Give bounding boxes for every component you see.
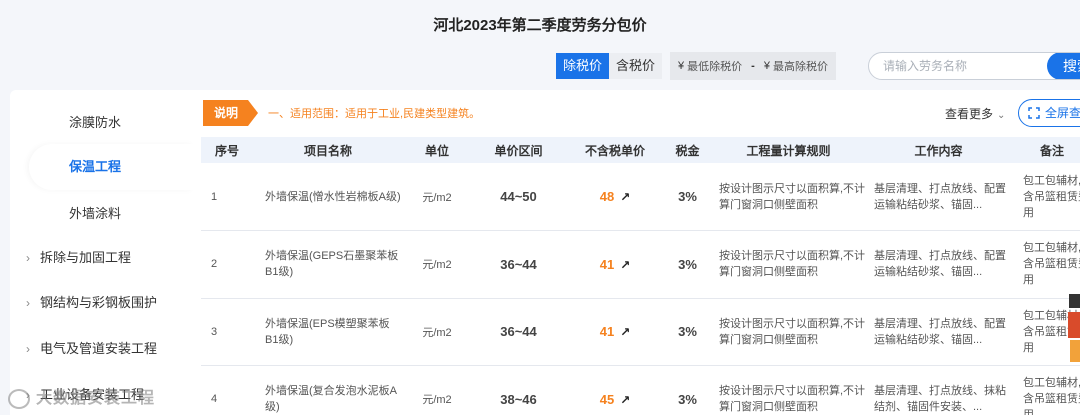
item-name: 外墙保温(憎水性岩棉板A级) — [253, 163, 403, 231]
sidebar-item-exterior-paint[interactable]: 外墙涂料 — [10, 197, 193, 231]
toolbar: 除税价 含税价 ¥ 最低除税价 - ¥ 最高除税价 — [556, 52, 836, 80]
table-header-row: 序号 项目名称 单位 单价区间 不含税单价 税金 工程量计算规则 工作内容 备注 — [201, 137, 1080, 163]
unit: 元/m2 — [403, 298, 471, 366]
col-header: 项目名称 — [253, 137, 403, 163]
col-header: 工作内容 — [866, 137, 1011, 163]
item-name: 外墙保温(EPS模塑聚苯板B1级) — [253, 298, 403, 366]
price-table: 序号 项目名称 单位 单价区间 不含税单价 税金 工程量计算规则 工作内容 备注… — [201, 137, 1080, 415]
sidebar-item-coating-waterproof[interactable]: 涂膜防水 — [10, 106, 193, 140]
tax-rate: 3% — [664, 298, 711, 366]
unit-price: 48 — [599, 189, 615, 204]
col-header: 序号 — [201, 137, 253, 163]
sidebar-group-electrical[interactable]: › 电气及管道安装工程 — [10, 332, 193, 366]
fullscreen-label: 全屏查看 — [1045, 106, 1080, 120]
note-row: 说明 一、适用范围：适用于工业,民建类型建筑。 — [203, 98, 480, 128]
remark: 包工包辅材,不含吊篮租赁费用 — [1011, 365, 1080, 415]
currency-icon: ¥ — [763, 60, 770, 72]
note-badge: 说明 — [203, 100, 259, 126]
min-price-input[interactable]: 最低除税价 — [687, 58, 742, 74]
unit-price: 41 — [599, 324, 615, 340]
unit-price-cell: 45 ↗ — [566, 365, 664, 415]
table-row[interactable]: 3 外墙保温(EPS模塑聚苯板B1级) 元/m2 36~44 41 ↗ 3% 按设… — [201, 298, 1080, 366]
table-row[interactable]: 2 外墙保温(GEPS石墨聚苯板B1级) 元/m2 36~44 41 ↗ 3% 按… — [201, 230, 1080, 299]
chevron-right-icon: › — [26, 296, 30, 310]
unit: 元/m2 — [403, 365, 471, 415]
remark: 包工包辅材,不含吊篮租赁费用 — [1011, 163, 1080, 231]
chevron-right-icon: › — [26, 342, 30, 356]
watermark-logo-icon — [8, 388, 30, 409]
calc-rule: 按设计图示尺寸以面积算,不计算门窗洞口侧壁面积 — [711, 163, 866, 231]
fullscreen-button[interactable]: 全屏查看 — [1018, 99, 1080, 127]
remark: 包工包辅材,不含吊篮租赁费用 — [1011, 230, 1080, 299]
tax-excluded-toggle[interactable]: 除税价 — [556, 53, 610, 79]
calc-rule: 按设计图示尺寸以面积算,不计算门窗洞口侧壁面积 — [711, 298, 866, 366]
price-range-filter: ¥ 最低除税价 - ¥ 最高除税价 — [670, 52, 836, 80]
col-header: 单价区间 — [471, 137, 566, 163]
row-number: 2 — [201, 230, 253, 299]
unit-price: 41 — [599, 256, 615, 272]
unit: 元/m2 — [403, 163, 471, 231]
work-content: 基层清理、打点放线、抹粘结剂、锚固件安装、... — [866, 365, 1011, 415]
price-range: 44~50 — [471, 163, 566, 231]
main-panel: 说明 一、适用范围：适用于工业,民建类型建筑。 查看更多⌄ 全屏查看 序号 项目… — [193, 90, 1080, 415]
sidebar-group-label: 拆除与加固工程 — [40, 250, 132, 265]
tax-included-toggle[interactable]: 含税价 — [609, 53, 663, 79]
note-text: 一、适用范围：适用于工业,民建类型建筑。 — [268, 108, 481, 120]
table-row[interactable]: 4 外墙保温(复合发泡水泥板A级) 元/m2 38~46 45 ↗ 3% 按设计图… — [201, 365, 1080, 415]
row-number: 3 — [201, 298, 253, 366]
sidebar-group-label: 钢结构与彩钢板围护 — [40, 295, 158, 310]
chevron-down-icon: ⌄ — [997, 110, 1006, 121]
col-header: 备注 — [1011, 137, 1080, 163]
table-row[interactable]: 1 外墙保温(憎水性岩棉板A级) 元/m2 44~50 48 ↗ 3% 按设计图示… — [201, 163, 1080, 231]
item-name: 外墙保温(复合发泡水泥板A级) — [253, 365, 403, 415]
row-number: 4 — [201, 365, 253, 415]
unit-price-cell: 41 ↗ — [566, 230, 664, 299]
tax-rate: 3% — [664, 365, 711, 415]
mascot-decoration-icon — [1068, 294, 1080, 362]
col-header: 税金 — [664, 137, 711, 163]
unit-price-cell: 41 ↗ — [566, 298, 664, 366]
page-title: 河北2023年第二季度劳务分包价 — [433, 17, 647, 34]
watermark: 大数据安装工程 — [8, 384, 155, 409]
max-price-input[interactable]: 最高除税价 — [773, 58, 828, 74]
col-header: 工程量计算规则 — [711, 137, 866, 163]
sidebar-group-demolition[interactable]: › 拆除与加固工程 — [10, 241, 193, 275]
search-button[interactable]: 搜索 — [1047, 53, 1080, 79]
calc-rule: 按设计图示尺寸以面积算,不计算门窗洞口侧壁面积 — [711, 230, 866, 299]
unit-price-cell: 48 ↗ — [566, 163, 664, 231]
view-more-dropdown[interactable]: 查看更多 ⌄ — [945, 105, 1005, 122]
watermark-text: 大数据安装工程 — [36, 390, 156, 407]
price-range: 38~46 — [471, 365, 566, 415]
tax-rate: 3% — [664, 163, 711, 231]
search-input[interactable] — [869, 53, 1039, 79]
col-header: 单位 — [403, 137, 471, 163]
work-content: 基层清理、打点放线、配置运输粘结砂浆、锚固... — [866, 230, 1011, 299]
tax-rate: 3% — [664, 230, 711, 299]
unit-price: 45 — [599, 391, 615, 407]
search-box: 搜索 — [868, 52, 1080, 80]
col-header: 不含税单价 — [566, 137, 664, 163]
sidebar-item-insulation[interactable]: 保温工程 — [29, 144, 193, 190]
work-content: 基层清理、打点放线、配置运输粘结砂浆、锚固... — [866, 163, 1011, 231]
trend-up-icon[interactable]: ↗ — [620, 258, 630, 272]
item-name: 外墙保温(GEPS石墨聚苯板B1级) — [253, 230, 403, 299]
price-range: 36~44 — [471, 298, 566, 366]
price-range: 36~44 — [471, 230, 566, 299]
work-content: 基层清理、打点放线、配置运输粘结砂浆、锚固... — [866, 298, 1011, 366]
sidebar: 涂膜防水 保温工程 外墙涂料 › 拆除与加固工程 › 钢结构与彩钢板围护 › 电气及管… — [10, 90, 193, 415]
sidebar-group-steel-structure[interactable]: › 钢结构与彩钢板围护 — [10, 286, 193, 320]
view-more-label: 查看更多 — [945, 107, 994, 121]
sidebar-group-label: 电气及管道安装工程 — [40, 341, 158, 356]
trend-up-icon[interactable]: ↗ — [620, 393, 630, 407]
row-number: 1 — [201, 163, 253, 231]
trend-up-icon[interactable]: ↗ — [620, 325, 630, 339]
unit: 元/m2 — [403, 230, 471, 299]
fullscreen-icon — [1028, 107, 1040, 119]
trend-up-icon[interactable]: ↗ — [620, 190, 630, 204]
range-dash: - — [751, 60, 755, 72]
chevron-right-icon: › — [26, 251, 30, 265]
currency-icon: ¥ — [678, 60, 685, 72]
calc-rule: 按设计图示尺寸以面积算,不计算门窗洞口侧壁面积 — [711, 365, 866, 415]
